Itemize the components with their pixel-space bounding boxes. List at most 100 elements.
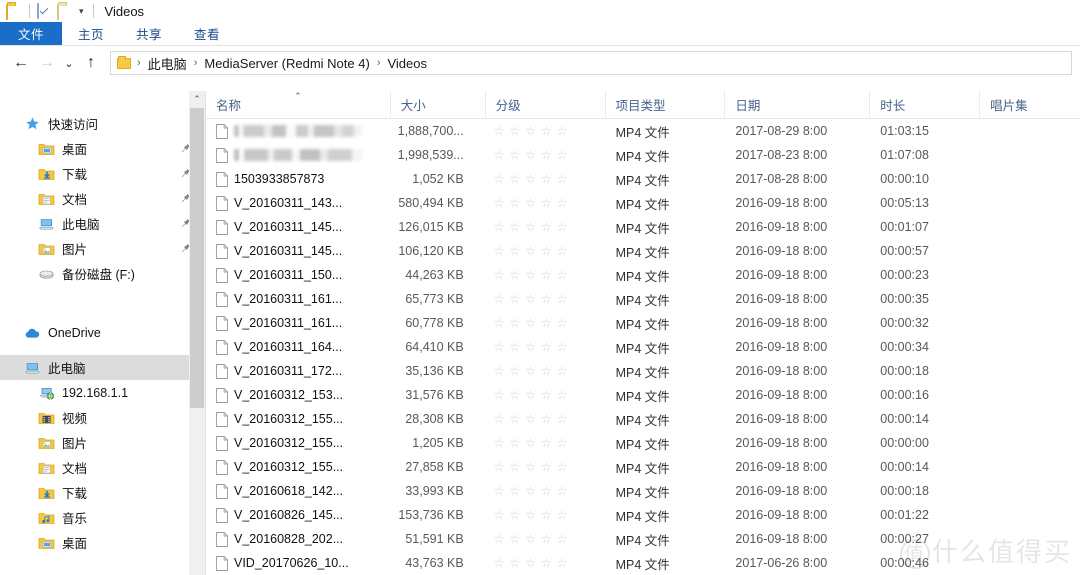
rating-star[interactable]: ☆ — [557, 437, 568, 449]
column-header-album[interactable]: 唱片集 — [980, 91, 1080, 119]
rating-star[interactable]: ☆ — [541, 533, 552, 545]
table-row[interactable]: V_20160311_172... 35,136 KB ☆ ☆ ☆ ☆ ☆ MP4 文件 201… — [206, 359, 1080, 383]
sidebar-item-0-4[interactable]: 图片 — [0, 236, 205, 261]
rating-star[interactable]: ☆ — [509, 389, 520, 401]
recent-locations-chevron-icon[interactable]: ⌄ — [60, 50, 78, 76]
rating-star[interactable]: ☆ — [557, 197, 568, 209]
cell-rating[interactable]: ☆ ☆ ☆ ☆ ☆ — [486, 263, 606, 287]
rating-star[interactable]: ☆ — [494, 269, 505, 281]
cell-name[interactable]: V_20160828_202... — [206, 527, 391, 551]
sidebar-item-0-0[interactable]: 桌面 — [0, 136, 205, 161]
rating-star[interactable]: ☆ — [494, 485, 505, 497]
rating-star[interactable]: ☆ — [541, 389, 552, 401]
rating-star[interactable]: ☆ — [509, 173, 520, 185]
rating-star[interactable]: ☆ — [557, 125, 568, 137]
cell-rating[interactable]: ☆ ☆ ☆ ☆ ☆ — [486, 191, 606, 215]
rating-star[interactable]: ☆ — [509, 197, 520, 209]
cell-rating[interactable]: ☆ ☆ ☆ ☆ ☆ — [486, 143, 606, 167]
rating-star[interactable]: ☆ — [557, 509, 568, 521]
cell-rating[interactable]: ☆ ☆ ☆ ☆ ☆ — [486, 167, 606, 191]
rating-star[interactable]: ☆ — [525, 533, 536, 545]
breadcrumb-item-videos[interactable]: Videos — [384, 56, 430, 71]
table-row[interactable]: V_20160311_150... 44,263 KB ☆ ☆ ☆ ☆ ☆ MP4 文件 201… — [206, 263, 1080, 287]
rating-star[interactable]: ☆ — [541, 509, 552, 521]
table-row[interactable]: V_20160311_145... 106,120 KB ☆ ☆ ☆ ☆ ☆ MP4 文件 20… — [206, 239, 1080, 263]
rating-star[interactable]: ☆ — [525, 173, 536, 185]
rating-star[interactable]: ☆ — [494, 389, 505, 401]
rating-star[interactable]: ☆ — [541, 317, 552, 329]
rating-star[interactable]: ☆ — [509, 437, 520, 449]
rating-star[interactable]: ☆ — [494, 173, 505, 185]
rating-star[interactable]: ☆ — [525, 437, 536, 449]
table-row[interactable]: V_20160312_155... 28,308 KB ☆ ☆ ☆ ☆ ☆ MP4 文件 201… — [206, 407, 1080, 431]
rating-star[interactable]: ☆ — [509, 341, 520, 353]
rating-star[interactable]: ☆ — [525, 317, 536, 329]
rating-star[interactable]: ☆ — [494, 125, 505, 137]
table-row[interactable]: 1503933857873 1,052 KB ☆ ☆ ☆ ☆ ☆ MP4 文件 2017-08-… — [206, 167, 1080, 191]
sidebar-item-2-6[interactable]: 桌面 — [0, 530, 205, 555]
cell-rating[interactable]: ☆ ☆ ☆ ☆ ☆ — [486, 287, 606, 311]
table-row[interactable]: V_20160311_161... 60,778 KB ☆ ☆ ☆ ☆ ☆ MP4 文件 201… — [206, 311, 1080, 335]
cell-name[interactable]: V_20160311_172... — [206, 359, 391, 383]
sidebar-item-2-0[interactable]: 192.168.1.1 — [0, 380, 205, 405]
sidebar-item-2-5[interactable]: 音乐 — [0, 505, 205, 530]
rating-star[interactable]: ☆ — [525, 557, 536, 569]
table-row[interactable]: V_20160311_164... 64,410 KB ☆ ☆ ☆ ☆ ☆ MP4 文件 201… — [206, 335, 1080, 359]
cell-name[interactable]: V_20160311_145... — [206, 215, 391, 239]
rating-star[interactable]: ☆ — [494, 509, 505, 521]
breadcrumb-item-this-pc[interactable]: 此电脑 — [145, 54, 190, 73]
table-row[interactable]: V_20160311_143... 580,494 KB ☆ ☆ ☆ ☆ ☆ MP4 文件 20… — [206, 191, 1080, 215]
rating-star[interactable]: ☆ — [509, 245, 520, 257]
cell-rating[interactable]: ☆ ☆ ☆ ☆ ☆ — [486, 215, 606, 239]
column-header-date[interactable]: 日期 — [725, 91, 871, 119]
rating-star[interactable]: ☆ — [494, 413, 505, 425]
cell-name[interactable]: V_20160312_155... — [206, 431, 391, 455]
customize-chevron-icon[interactable]: ▾ — [77, 6, 86, 16]
scrollbar-thumb[interactable] — [190, 108, 204, 408]
cell-name[interactable]: V_20160618_142... — [206, 479, 391, 503]
cell-name[interactable]: VID_20170626_10... — [206, 551, 391, 575]
rating-star[interactable]: ☆ — [509, 509, 520, 521]
rating-star[interactable]: ☆ — [494, 293, 505, 305]
rating-star[interactable]: ☆ — [509, 413, 520, 425]
breadcrumb-item-device[interactable]: MediaServer (Redmi Note 4) — [201, 56, 372, 71]
forward-arrow-icon[interactable]: → — [34, 50, 60, 76]
rating-star[interactable]: ☆ — [525, 125, 536, 137]
rating-star[interactable]: ☆ — [541, 197, 552, 209]
rating-star[interactable]: ☆ — [494, 317, 505, 329]
tab-home[interactable]: 主页 — [62, 22, 120, 45]
sidebar-item-2-3[interactable]: 文档 — [0, 455, 205, 480]
rating-star[interactable]: ☆ — [557, 245, 568, 257]
column-header-len[interactable]: 时长 — [870, 91, 981, 119]
rating-star[interactable]: ☆ — [525, 389, 536, 401]
cell-rating[interactable]: ☆ ☆ ☆ ☆ ☆ — [486, 551, 606, 575]
rating-star[interactable]: ☆ — [509, 221, 520, 233]
rating-star[interactable]: ☆ — [541, 461, 552, 473]
cell-rating[interactable]: ☆ ☆ ☆ ☆ ☆ — [486, 119, 606, 143]
tab-file[interactable]: 文件 — [0, 22, 62, 45]
table-row[interactable]: V_20160618_142... 33,993 KB ☆ ☆ ☆ ☆ ☆ MP4 文件 201… — [206, 479, 1080, 503]
cell-name[interactable]: V_20160311_143... — [206, 191, 391, 215]
table-row[interactable]: VID_20170626_10... 43,763 KB ☆ ☆ ☆ ☆ ☆ MP4 文件 20… — [206, 551, 1080, 575]
rating-star[interactable]: ☆ — [525, 293, 536, 305]
cell-rating[interactable]: ☆ ☆ ☆ ☆ ☆ — [486, 527, 606, 551]
rating-star[interactable]: ☆ — [525, 221, 536, 233]
rating-star[interactable]: ☆ — [557, 149, 568, 161]
cell-name[interactable] — [206, 143, 391, 167]
sidebar-item-2-4[interactable]: 下载 — [0, 480, 205, 505]
rating-star[interactable]: ☆ — [541, 149, 552, 161]
rating-star[interactable]: ☆ — [557, 221, 568, 233]
rating-star[interactable]: ☆ — [525, 245, 536, 257]
cell-rating[interactable]: ☆ ☆ ☆ ☆ ☆ — [486, 479, 606, 503]
rating-star[interactable]: ☆ — [557, 533, 568, 545]
sidebar-item-2-2[interactable]: 图片 — [0, 430, 205, 455]
cell-rating[interactable]: ☆ ☆ ☆ ☆ ☆ — [486, 455, 606, 479]
rating-star[interactable]: ☆ — [509, 149, 520, 161]
rating-star[interactable]: ☆ — [541, 173, 552, 185]
rating-star[interactable]: ☆ — [541, 245, 552, 257]
cell-rating[interactable]: ☆ ☆ ☆ ☆ ☆ — [486, 407, 606, 431]
rating-star[interactable]: ☆ — [541, 557, 552, 569]
rating-star[interactable]: ☆ — [509, 269, 520, 281]
properties-icon[interactable] — [37, 3, 53, 19]
cell-name[interactable]: V_20160312_155... — [206, 407, 391, 431]
